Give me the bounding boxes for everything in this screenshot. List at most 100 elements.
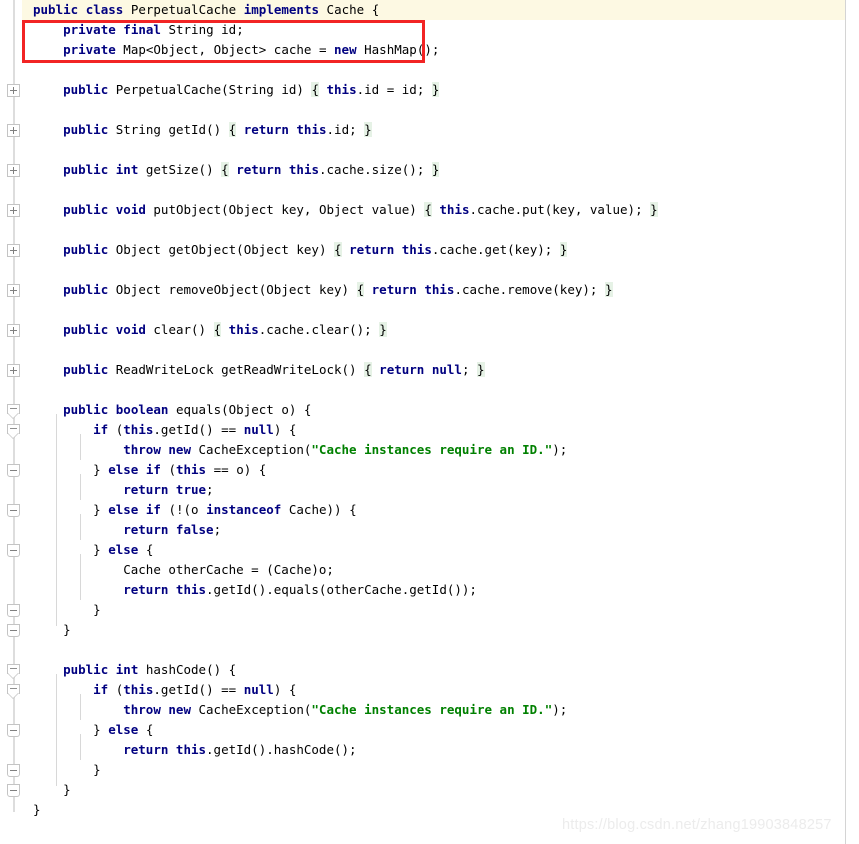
code-token: this bbox=[123, 682, 154, 697]
fold-toggle-constructor-icon[interactable] bbox=[7, 84, 20, 97]
fold-toggle-getid-icon[interactable] bbox=[7, 124, 20, 137]
code-token: putObject(Object key, Object value) bbox=[145, 202, 425, 217]
fold-toggle-removeobject-icon[interactable] bbox=[7, 284, 20, 297]
fold-toggle-equals-end-icon[interactable] bbox=[7, 624, 20, 637]
code-line: return true; bbox=[123, 480, 213, 500]
code-token: ); bbox=[552, 442, 568, 457]
code-token: if bbox=[145, 502, 161, 517]
code-line: public boolean equals(Object o) { bbox=[63, 400, 311, 420]
code-token: return bbox=[243, 122, 289, 137]
code-token: else bbox=[108, 502, 139, 517]
code-token: } bbox=[604, 282, 613, 297]
code-token: { bbox=[334, 242, 342, 257]
code-token: return bbox=[123, 482, 169, 497]
code-token: String getId() bbox=[108, 122, 229, 137]
code-line: public ReadWriteLock getReadWriteLock() … bbox=[63, 360, 485, 380]
code-token: public bbox=[33, 2, 79, 17]
indent-guide-hashcode-if-2 bbox=[80, 734, 81, 760]
code-line: } else if (this == o) { bbox=[93, 460, 266, 480]
code-token: ( bbox=[108, 422, 124, 437]
code-token: equals(Object o) { bbox=[168, 402, 312, 417]
code-token: public bbox=[63, 242, 109, 257]
code-line: throw new CacheException("Cache instance… bbox=[123, 700, 567, 720]
fold-toggle-clear-icon[interactable] bbox=[7, 324, 20, 337]
vertical-scrollbar-track[interactable] bbox=[851, 0, 859, 844]
code-line: throw new CacheException("Cache instance… bbox=[123, 440, 567, 460]
code-token: { bbox=[138, 542, 154, 557]
code-token: Object getObject(Object key) bbox=[108, 242, 335, 257]
code-token: this bbox=[228, 322, 259, 337]
code-token: String id; bbox=[160, 22, 244, 37]
code-token: null bbox=[243, 422, 274, 437]
fold-toggle-hashcode-else-icon[interactable] bbox=[7, 724, 20, 737]
code-token: getSize() bbox=[138, 162, 222, 177]
code-token: { bbox=[221, 162, 229, 177]
code-token: CacheException( bbox=[190, 442, 312, 457]
code-line: public String getId() { return this.id; … bbox=[63, 120, 372, 140]
code-token: .getId() == bbox=[153, 422, 244, 437]
code-line: } bbox=[93, 600, 101, 620]
fold-toggle-getreadwritelock-icon[interactable] bbox=[7, 364, 20, 377]
code-token: } bbox=[431, 82, 440, 97]
code-token: void bbox=[115, 322, 146, 337]
code-token: instanceof bbox=[206, 502, 282, 517]
code-token: Object removeObject(Object key) bbox=[108, 282, 357, 297]
gutter-rail bbox=[13, 0, 15, 812]
fold-toggle-equals-close-icon[interactable] bbox=[7, 604, 20, 617]
fold-toggle-putobject-icon[interactable] bbox=[7, 204, 20, 217]
code-token: private bbox=[63, 42, 116, 57]
code-line: return this.getId().equals(otherCache.ge… bbox=[123, 580, 477, 600]
code-token: } bbox=[650, 202, 658, 217]
code-token: throw bbox=[123, 702, 161, 717]
code-token: this bbox=[439, 202, 470, 217]
code-token: "Cache instances require an ID." bbox=[311, 702, 553, 717]
fold-toggle-getsize-icon[interactable] bbox=[7, 164, 20, 177]
code-token: Cache { bbox=[319, 2, 380, 17]
code-line: public Object getObject(Object key) { re… bbox=[63, 240, 568, 260]
code-line: if (this.getId() == null) { bbox=[93, 680, 296, 700]
code-line: return false; bbox=[123, 520, 221, 540]
fold-toggle-equals-else3-icon[interactable] bbox=[7, 544, 20, 557]
code-token: new bbox=[168, 442, 191, 457]
code-token: } bbox=[477, 362, 485, 377]
fold-toggle-hashcode-close-icon[interactable] bbox=[7, 764, 20, 777]
code-token: private bbox=[63, 22, 116, 37]
code-token: this bbox=[175, 582, 207, 597]
code-line: private Map<Object, Object> cache = new … bbox=[63, 40, 439, 60]
code-line: Cache otherCache = (Cache)o; bbox=[123, 560, 334, 580]
code-token: { bbox=[138, 722, 154, 737]
code-token: public bbox=[63, 402, 109, 417]
code-token: boolean bbox=[115, 402, 169, 417]
fold-toggle-getobject-icon[interactable] bbox=[7, 244, 20, 257]
fold-toggle-equals-else2-icon[interactable] bbox=[7, 504, 20, 517]
code-token: hashCode() { bbox=[138, 662, 237, 677]
code-token: Cache)) { bbox=[281, 502, 357, 517]
editor-gutter bbox=[0, 0, 22, 844]
code-token: this bbox=[326, 82, 357, 97]
code-token: final bbox=[123, 22, 161, 37]
code-content[interactable]: public class PerpetualCache implements C… bbox=[22, 0, 859, 844]
code-token: if bbox=[145, 462, 161, 477]
code-token: return bbox=[379, 362, 425, 377]
code-line: public void clear() { this.cache.clear()… bbox=[63, 320, 387, 340]
code-line: public int getSize() { return this.cache… bbox=[63, 160, 440, 180]
code-token: == o) { bbox=[206, 462, 267, 477]
code-token: } bbox=[93, 762, 101, 777]
code-token: implements bbox=[243, 2, 320, 17]
code-token: public bbox=[63, 282, 109, 297]
code-token: } bbox=[93, 722, 109, 737]
fold-toggle-hashcode-end-icon[interactable] bbox=[7, 784, 20, 797]
code-token: return bbox=[236, 162, 282, 177]
fold-toggle-equals-else1-icon[interactable] bbox=[7, 464, 20, 477]
code-token: } bbox=[93, 502, 109, 517]
